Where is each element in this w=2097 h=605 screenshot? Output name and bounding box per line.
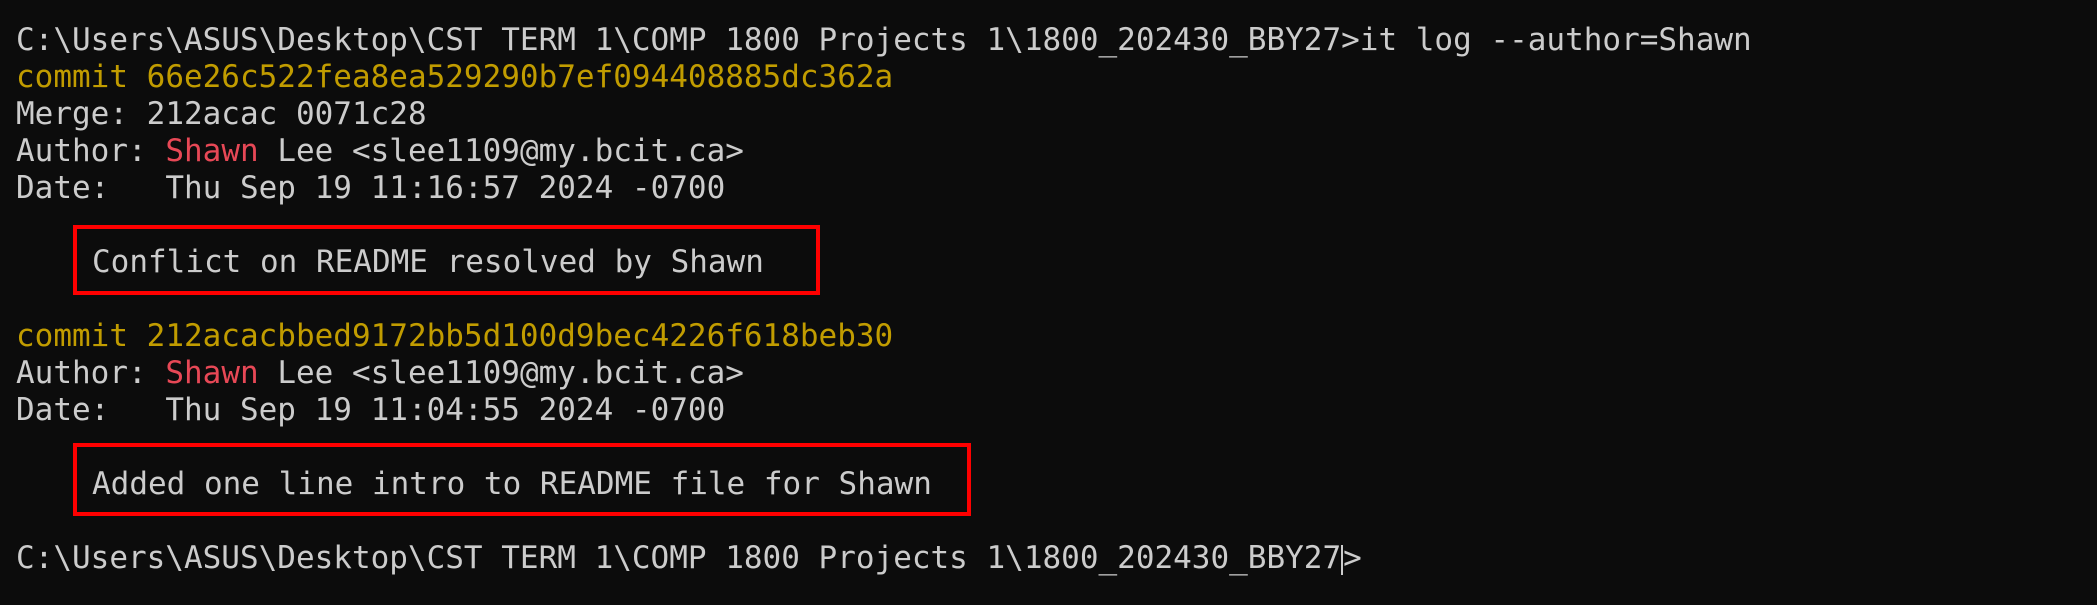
author-line: Author: Shawn Lee <slee1109@my.bcit.ca>: [16, 355, 744, 392]
merge-label: Merge:: [16, 96, 128, 132]
date-value: Thu Sep 19 11:16:57 2024 -0700: [165, 170, 726, 206]
commit-message: Added one line intro to README file for …: [92, 466, 932, 502]
date-value: Thu Sep 19 11:04:55 2024 -0700: [165, 392, 726, 428]
author-first-name: Shawn: [165, 355, 259, 391]
date-line: Date: Thu Sep 19 11:16:57 2024 -0700: [16, 170, 725, 207]
prompt-path: C:\Users\ASUS\Desktop\CST TERM 1\COMP 18…: [16, 540, 1342, 576]
author-label: Author:: [16, 355, 147, 391]
final-prompt-line[interactable]: C:\Users\ASUS\Desktop\CST TERM 1\COMP 18…: [16, 540, 1362, 577]
date-label: Date:: [16, 170, 110, 206]
merge-value: 212acac 0071c28: [146, 96, 427, 132]
author-line: Author: Shawn Lee <slee1109@my.bcit.ca>: [16, 133, 744, 170]
command-text: it log --author=Shawn: [1359, 22, 1752, 58]
author-label: Author:: [16, 133, 147, 169]
prompt-gt: >: [1343, 540, 1362, 576]
command-line: C:\Users\ASUS\Desktop\CST TERM 1\COMP 18…: [16, 22, 1752, 59]
prompt-path: C:\Users\ASUS\Desktop\CST TERM 1\COMP 18…: [16, 22, 1360, 58]
commit-hash: 66e26c522fea8ea529290b7ef094408885dc362a: [146, 59, 894, 95]
commit-header: commit 66e26c522fea8ea529290b7ef09440888…: [16, 59, 893, 96]
commit-header: commit 212acacbbed9172bb5d100d9bec4226f6…: [16, 318, 893, 355]
merge-line: Merge: 212acac 0071c28: [16, 96, 427, 133]
commit-keyword: commit: [16, 318, 128, 354]
commit-message: Conflict on README resolved by Shawn: [92, 244, 764, 280]
commit-keyword: commit: [16, 59, 128, 95]
date-label: Date:: [16, 392, 110, 428]
author-rest: Lee <slee1109@my.bcit.ca>: [277, 355, 744, 391]
author-first-name: Shawn: [165, 133, 259, 169]
commit-hash: 212acacbbed9172bb5d100d9bec4226f618beb30: [146, 318, 894, 354]
date-line: Date: Thu Sep 19 11:04:55 2024 -0700: [16, 392, 725, 429]
author-rest: Lee <slee1109@my.bcit.ca>: [277, 133, 744, 169]
